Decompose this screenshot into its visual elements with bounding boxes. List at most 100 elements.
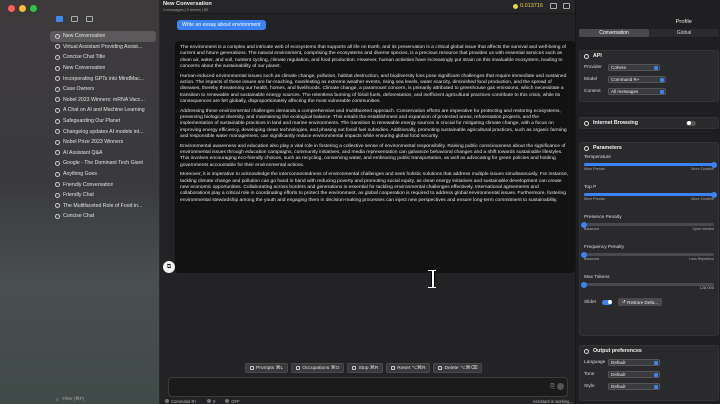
conversation-item[interactable]: The Multifaceted Role of Food in... bbox=[50, 201, 156, 212]
restore-label: Restore Defa... bbox=[627, 299, 659, 305]
slider-max-label: More Creative bbox=[691, 197, 714, 201]
action-button[interactable]: Prompts ⌘L bbox=[245, 363, 289, 373]
parameters-section: Parameters Temperature More Precise More C… bbox=[579, 142, 719, 336]
conversation-item[interactable]: Friendly Conversation bbox=[50, 179, 156, 190]
slider-knob[interactable] bbox=[711, 191, 717, 198]
provider-select[interactable]: Cohere bbox=[608, 63, 660, 71]
action-button[interactable]: Stop ⌘R bbox=[347, 363, 384, 373]
slider-knob[interactable] bbox=[581, 251, 587, 258]
globe-icon bbox=[584, 120, 589, 126]
parameter-slider: Max Tokens 128,000 bbox=[580, 273, 718, 295]
slider-max-label: Open minded bbox=[692, 227, 714, 231]
conversation-item[interactable]: A Chat on AI and Machine Learning bbox=[50, 105, 156, 116]
output-label: Output preferences bbox=[593, 348, 642, 354]
slider-knob[interactable] bbox=[581, 281, 587, 288]
conversation-title: New Conversation bbox=[63, 33, 106, 40]
slider-track[interactable] bbox=[581, 281, 714, 288]
chat-bubble-icon bbox=[55, 129, 60, 135]
conversation-item[interactable]: Nobel 2023 Winners: mRNA Vacc... bbox=[50, 95, 156, 106]
message-input[interactable]: ⎘ bbox=[168, 377, 568, 397]
language-select[interactable]: Default bbox=[608, 358, 660, 366]
parameters-header[interactable]: Parameters bbox=[580, 143, 718, 153]
minimize-window-button[interactable] bbox=[19, 5, 26, 12]
footer-model[interactable]: Command R+ bbox=[165, 398, 197, 404]
parameter-slider: Temperature More Precise More Creative bbox=[580, 153, 718, 183]
close-window-button[interactable] bbox=[8, 5, 15, 12]
new-folder-icon[interactable] bbox=[71, 16, 78, 22]
answer-paragraph: Human-induced environmental issues such … bbox=[180, 73, 567, 104]
context-select[interactable]: All messages bbox=[608, 87, 666, 95]
chat-bubble-icon bbox=[55, 192, 60, 198]
provider-row: Provider Cohere bbox=[580, 61, 718, 73]
chat-bubble-icon bbox=[55, 65, 60, 71]
tab-global[interactable]: Global bbox=[649, 29, 719, 37]
conversation-list: New Conversation Virtual Assistant Provid… bbox=[50, 31, 156, 222]
slider-max-label: More Creative bbox=[691, 167, 714, 171]
slider-mode-toggle[interactable] bbox=[602, 299, 612, 305]
tone-select[interactable]: Default bbox=[608, 370, 660, 378]
right-panel-toggle-icon[interactable] bbox=[563, 3, 570, 9]
slider-min-label: More Precise bbox=[584, 197, 606, 201]
conversation-item[interactable]: Incorporating GPTs into MindMac... bbox=[50, 73, 156, 84]
send-button[interactable] bbox=[557, 383, 564, 390]
cost-icon bbox=[513, 3, 519, 9]
conversation-item[interactable]: Virtual Assistant Providing Assist... bbox=[50, 42, 156, 53]
conversation-item[interactable]: New Conversation bbox=[50, 31, 156, 42]
conversation-item[interactable]: Friendly Chat bbox=[50, 190, 156, 201]
slider-fill bbox=[584, 163, 714, 166]
tab-conversation[interactable]: Conversation bbox=[579, 29, 649, 37]
window-controls bbox=[8, 5, 37, 12]
slider-track[interactable] bbox=[581, 221, 714, 228]
conversation-item[interactable]: Nobel Prize 2023 Winners bbox=[50, 137, 156, 148]
slider-track[interactable] bbox=[584, 161, 717, 168]
conversation-title: The Multifaceted Role of Food in... bbox=[63, 202, 143, 209]
slider-track[interactable] bbox=[581, 251, 714, 258]
conversation-title: Concise Chat bbox=[63, 213, 95, 220]
slider-min-label: More Precise bbox=[584, 167, 606, 171]
slider-label: Max Tokens bbox=[584, 275, 610, 280]
restore-defaults-button[interactable]: ↺ Restore Defa... bbox=[618, 298, 663, 306]
footer-web[interactable]: OFF bbox=[225, 398, 240, 404]
conversation-item[interactable]: Concise Chat bbox=[50, 211, 156, 222]
action-button[interactable]: Delete ⌥⌘⌫ bbox=[433, 363, 483, 373]
answer-paragraph: The environment is a complex and intrica… bbox=[180, 45, 566, 69]
copy-message-button[interactable]: ⧉ bbox=[163, 261, 175, 273]
slider-track[interactable] bbox=[584, 191, 717, 198]
conversation-item[interactable]: Anything Goes bbox=[50, 169, 156, 180]
action-button[interactable]: Reset ⌥⌘R bbox=[386, 363, 431, 373]
slider-knob[interactable] bbox=[581, 221, 587, 228]
slider-knob[interactable] bbox=[711, 161, 717, 168]
conversation-item[interactable]: New Conversation bbox=[50, 63, 156, 74]
footer-web-label: OFF bbox=[231, 398, 240, 404]
folder-icon[interactable] bbox=[56, 16, 63, 22]
filter-input[interactable]: Filter (⌘F) bbox=[63, 396, 85, 402]
conversation-item[interactable]: Safeguarding Our Planet bbox=[50, 116, 156, 127]
conversation-item[interactable]: AI Assistant Q&A bbox=[50, 148, 156, 159]
sliders-icon bbox=[584, 145, 589, 151]
model-select[interactable]: Command R+ bbox=[608, 75, 666, 83]
api-section: API Provider Cohere Model Command R+ Con… bbox=[579, 50, 719, 102]
style-select[interactable]: Default bbox=[608, 382, 660, 390]
output-header[interactable]: Output preferences bbox=[580, 346, 718, 356]
slider-label: Frequency Penalty bbox=[584, 245, 624, 250]
conversation-item[interactable]: Google - The Dominant Tech Giant bbox=[50, 158, 156, 169]
new-chat-icon[interactable] bbox=[86, 16, 93, 22]
api-header[interactable]: API bbox=[580, 51, 718, 61]
zoom-window-button[interactable] bbox=[30, 5, 37, 12]
attachment-icon[interactable]: ⎘ bbox=[550, 384, 555, 391]
settings-panel: Profile Conversation Global API Provider… bbox=[575, 0, 720, 404]
slider-label: Temperature bbox=[584, 155, 611, 160]
sidebar-filter[interactable]: ⌕ Filter (⌘F) bbox=[0, 394, 160, 404]
action-button[interactable]: Occupations ⌘O bbox=[291, 363, 345, 373]
delete-icon bbox=[438, 366, 443, 370]
conversation-item[interactable]: Case Owners bbox=[50, 84, 156, 95]
split-view-icon[interactable] bbox=[550, 3, 557, 9]
language-label: Language bbox=[584, 359, 606, 365]
internet-toggle[interactable] bbox=[686, 120, 696, 126]
conversation-item[interactable]: Concise Chat Title bbox=[50, 52, 156, 63]
api-icon bbox=[584, 53, 589, 59]
conversation-title: A Chat on AI and Machine Learning bbox=[63, 107, 145, 114]
conversation-item[interactable]: Changelog updates AI models int... bbox=[50, 126, 156, 137]
slider-list: Temperature More Precise More Creative Top … bbox=[580, 153, 718, 295]
chat-bubble-icon bbox=[55, 213, 60, 219]
